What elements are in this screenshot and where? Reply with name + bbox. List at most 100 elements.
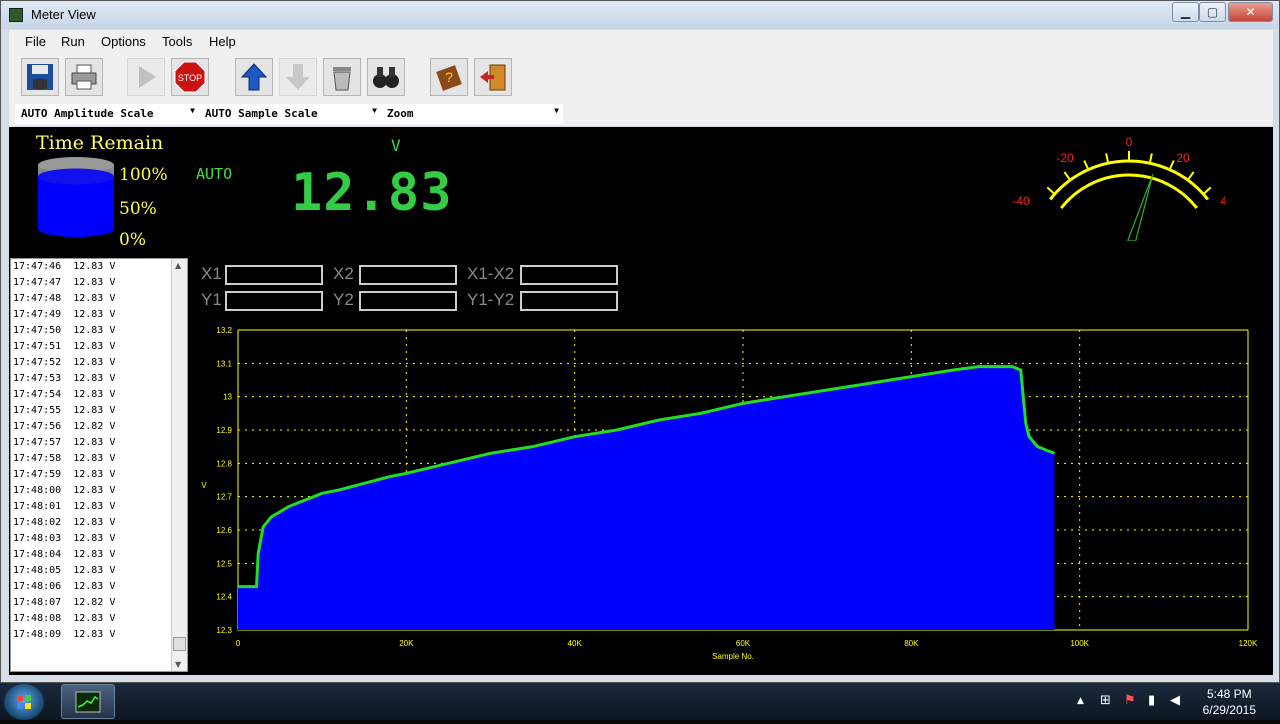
- time-remain-label: Time Remain: [36, 132, 164, 154]
- minimize-button[interactable]: ▁: [1172, 2, 1199, 22]
- log-entry[interactable]: 17:47:57 12.83 V: [13, 437, 115, 448]
- zoom-select[interactable]: Zoom ▼: [381, 104, 563, 124]
- range-mode-label: AUTO: [196, 165, 233, 183]
- gauge-tick: [1105, 153, 1110, 164]
- x1-label: X1: [201, 264, 222, 283]
- log-entry[interactable]: 17:47:56 12.82 V: [13, 421, 115, 432]
- help-book-icon: ?: [436, 65, 462, 91]
- log-entry[interactable]: 17:47:52 12.83 V: [13, 357, 115, 368]
- log-entry[interactable]: 17:48:00 12.83 V: [13, 485, 115, 496]
- log-entry[interactable]: 17:47:54 12.83 V: [13, 389, 115, 400]
- meter-view-window: Meter View ▁ ▢ ✕ File Run Options Tools …: [0, 0, 1280, 683]
- voltage-area: [238, 366, 1055, 630]
- y-tick-label: 12.5: [216, 559, 232, 568]
- x-tick-label: 120K: [1239, 639, 1258, 648]
- gauge-tick-label-20: 20: [1176, 151, 1190, 165]
- find-button[interactable]: [367, 58, 405, 96]
- battery-tank-gauge: [38, 157, 114, 237]
- amplitude-scale-select[interactable]: AUTO Amplitude Scale ▼: [15, 104, 199, 124]
- play-icon: [139, 66, 156, 88]
- svg-text:?: ?: [445, 69, 453, 85]
- y-diff-field[interactable]: [520, 291, 618, 311]
- log-entry[interactable]: 17:47:50 12.83 V: [13, 325, 115, 336]
- log-entry[interactable]: 17:48:08 12.83 V: [13, 613, 115, 624]
- clock-date: 6/29/2015: [1202, 703, 1256, 717]
- toolbar: STOP ?: [9, 54, 1273, 102]
- x2-label: X2: [333, 264, 354, 283]
- y1-field[interactable]: [225, 291, 323, 311]
- y-axis-label: V: [201, 481, 207, 490]
- network-icon[interactable]: ▮: [1148, 693, 1155, 708]
- y-tick-label: 12.8: [216, 459, 232, 468]
- log-entry[interactable]: 17:47:47 12.83 V: [13, 277, 115, 288]
- log-entry[interactable]: 17:47:53 12.83 V: [13, 373, 115, 384]
- reading-log-list[interactable]: 17:47:46 12.83 V 17:47:47 12.83 V 17:47:48…: [10, 258, 188, 672]
- menu-run[interactable]: Run: [61, 34, 85, 49]
- download-button[interactable]: [279, 58, 317, 96]
- log-entry[interactable]: 17:48:01 12.83 V: [13, 501, 115, 512]
- stop-button[interactable]: STOP: [171, 58, 209, 96]
- menu-tools[interactable]: Tools: [162, 34, 192, 49]
- save-button[interactable]: [21, 58, 59, 96]
- log-entry[interactable]: 17:48:04 12.83 V: [13, 549, 115, 560]
- log-scrollbar[interactable]: ▲ ▼: [171, 259, 187, 671]
- scroll-up-icon[interactable]: ▲: [175, 261, 181, 270]
- x-diff-field[interactable]: [520, 265, 618, 285]
- log-entry[interactable]: 17:48:07 12.82 V: [13, 597, 115, 608]
- system-clock[interactable]: 5:48 PM 6/29/2015: [1203, 686, 1256, 718]
- windows-flag-icon[interactable]: ⊞: [1100, 693, 1111, 708]
- x-tick-label: 20K: [399, 639, 414, 648]
- gauge-needle: [1127, 174, 1154, 241]
- clear-button[interactable]: [323, 58, 361, 96]
- down-arrow-icon: [286, 64, 310, 90]
- menu-file[interactable]: File: [25, 34, 46, 49]
- print-button[interactable]: [65, 58, 103, 96]
- log-entry[interactable]: 17:48:06 12.83 V: [13, 581, 115, 592]
- show-hidden-icons-icon[interactable]: ▲: [1077, 696, 1084, 706]
- log-entry[interactable]: 17:47:46 12.83 V: [13, 261, 115, 272]
- scroll-thumb[interactable]: [173, 637, 186, 651]
- close-button[interactable]: ✕: [1228, 2, 1273, 22]
- voltage-chart[interactable]: 12.3 12.4 12.5 12.6 12.7 12.8 12.9 13 13.1 13.2 0 2…: [194, 322, 1264, 667]
- scroll-down-icon[interactable]: ▼: [175, 660, 181, 669]
- log-entry[interactable]: 17:47:55 12.83 V: [13, 405, 115, 416]
- level-50-label: 50%: [119, 199, 157, 219]
- log-entry[interactable]: 17:48:03 12.83 V: [13, 533, 115, 544]
- volume-muted-icon[interactable]: ◀: [1170, 693, 1180, 708]
- x2-field[interactable]: [359, 265, 457, 285]
- windows-logo-icon: [17, 695, 31, 709]
- scale-combos: AUTO Amplitude Scale ▼ AUTO Sample Scale…: [9, 102, 1273, 126]
- maximize-button[interactable]: ▢: [1199, 2, 1226, 22]
- log-entry[interactable]: 17:47:51 12.83 V: [13, 341, 115, 352]
- exit-button[interactable]: [474, 58, 512, 96]
- upload-button[interactable]: [235, 58, 273, 96]
- y2-field[interactable]: [359, 291, 457, 311]
- log-entry[interactable]: 17:48:09 12.83 V: [13, 629, 115, 640]
- title-bar[interactable]: Meter View ▁ ▢ ✕: [1, 1, 1279, 29]
- gauge-tick-label-minus20: -20: [1056, 151, 1074, 165]
- log-entry[interactable]: 17:47:59 12.83 V: [13, 469, 115, 480]
- log-entry[interactable]: 17:48:05 12.83 V: [13, 565, 115, 576]
- sample-scale-value: AUTO Sample Scale: [205, 107, 318, 120]
- log-entry[interactable]: 17:48:02 12.83 V: [13, 517, 115, 528]
- app-icon: [9, 8, 23, 22]
- floppy-disk-icon: [27, 64, 53, 90]
- log-entry[interactable]: 17:47:48 12.83 V: [13, 293, 115, 304]
- x1-field[interactable]: [225, 265, 323, 285]
- action-center-icon[interactable]: ⚑: [1124, 693, 1136, 708]
- log-entry[interactable]: 17:47:58 12.83 V: [13, 453, 115, 464]
- start-button[interactable]: [4, 684, 44, 720]
- gauge-tick: [1046, 186, 1056, 195]
- help-book-button[interactable]: ?: [430, 58, 468, 96]
- sample-scale-select[interactable]: AUTO Sample Scale ▼: [199, 104, 381, 124]
- menu-options[interactable]: Options: [101, 34, 146, 49]
- level-100-label: 100%: [119, 165, 168, 185]
- y-tick-label: 12.7: [216, 493, 232, 502]
- taskbar-meter-view[interactable]: [61, 684, 115, 719]
- log-entry[interactable]: 17:47:49 12.83 V: [13, 309, 115, 320]
- amplitude-scale-value: AUTO Amplitude Scale: [21, 107, 154, 120]
- zoom-value: Zoom: [387, 107, 414, 120]
- menu-help[interactable]: Help: [209, 34, 236, 49]
- voltage-readout: 12.83: [291, 163, 453, 223]
- run-button[interactable]: [127, 58, 165, 96]
